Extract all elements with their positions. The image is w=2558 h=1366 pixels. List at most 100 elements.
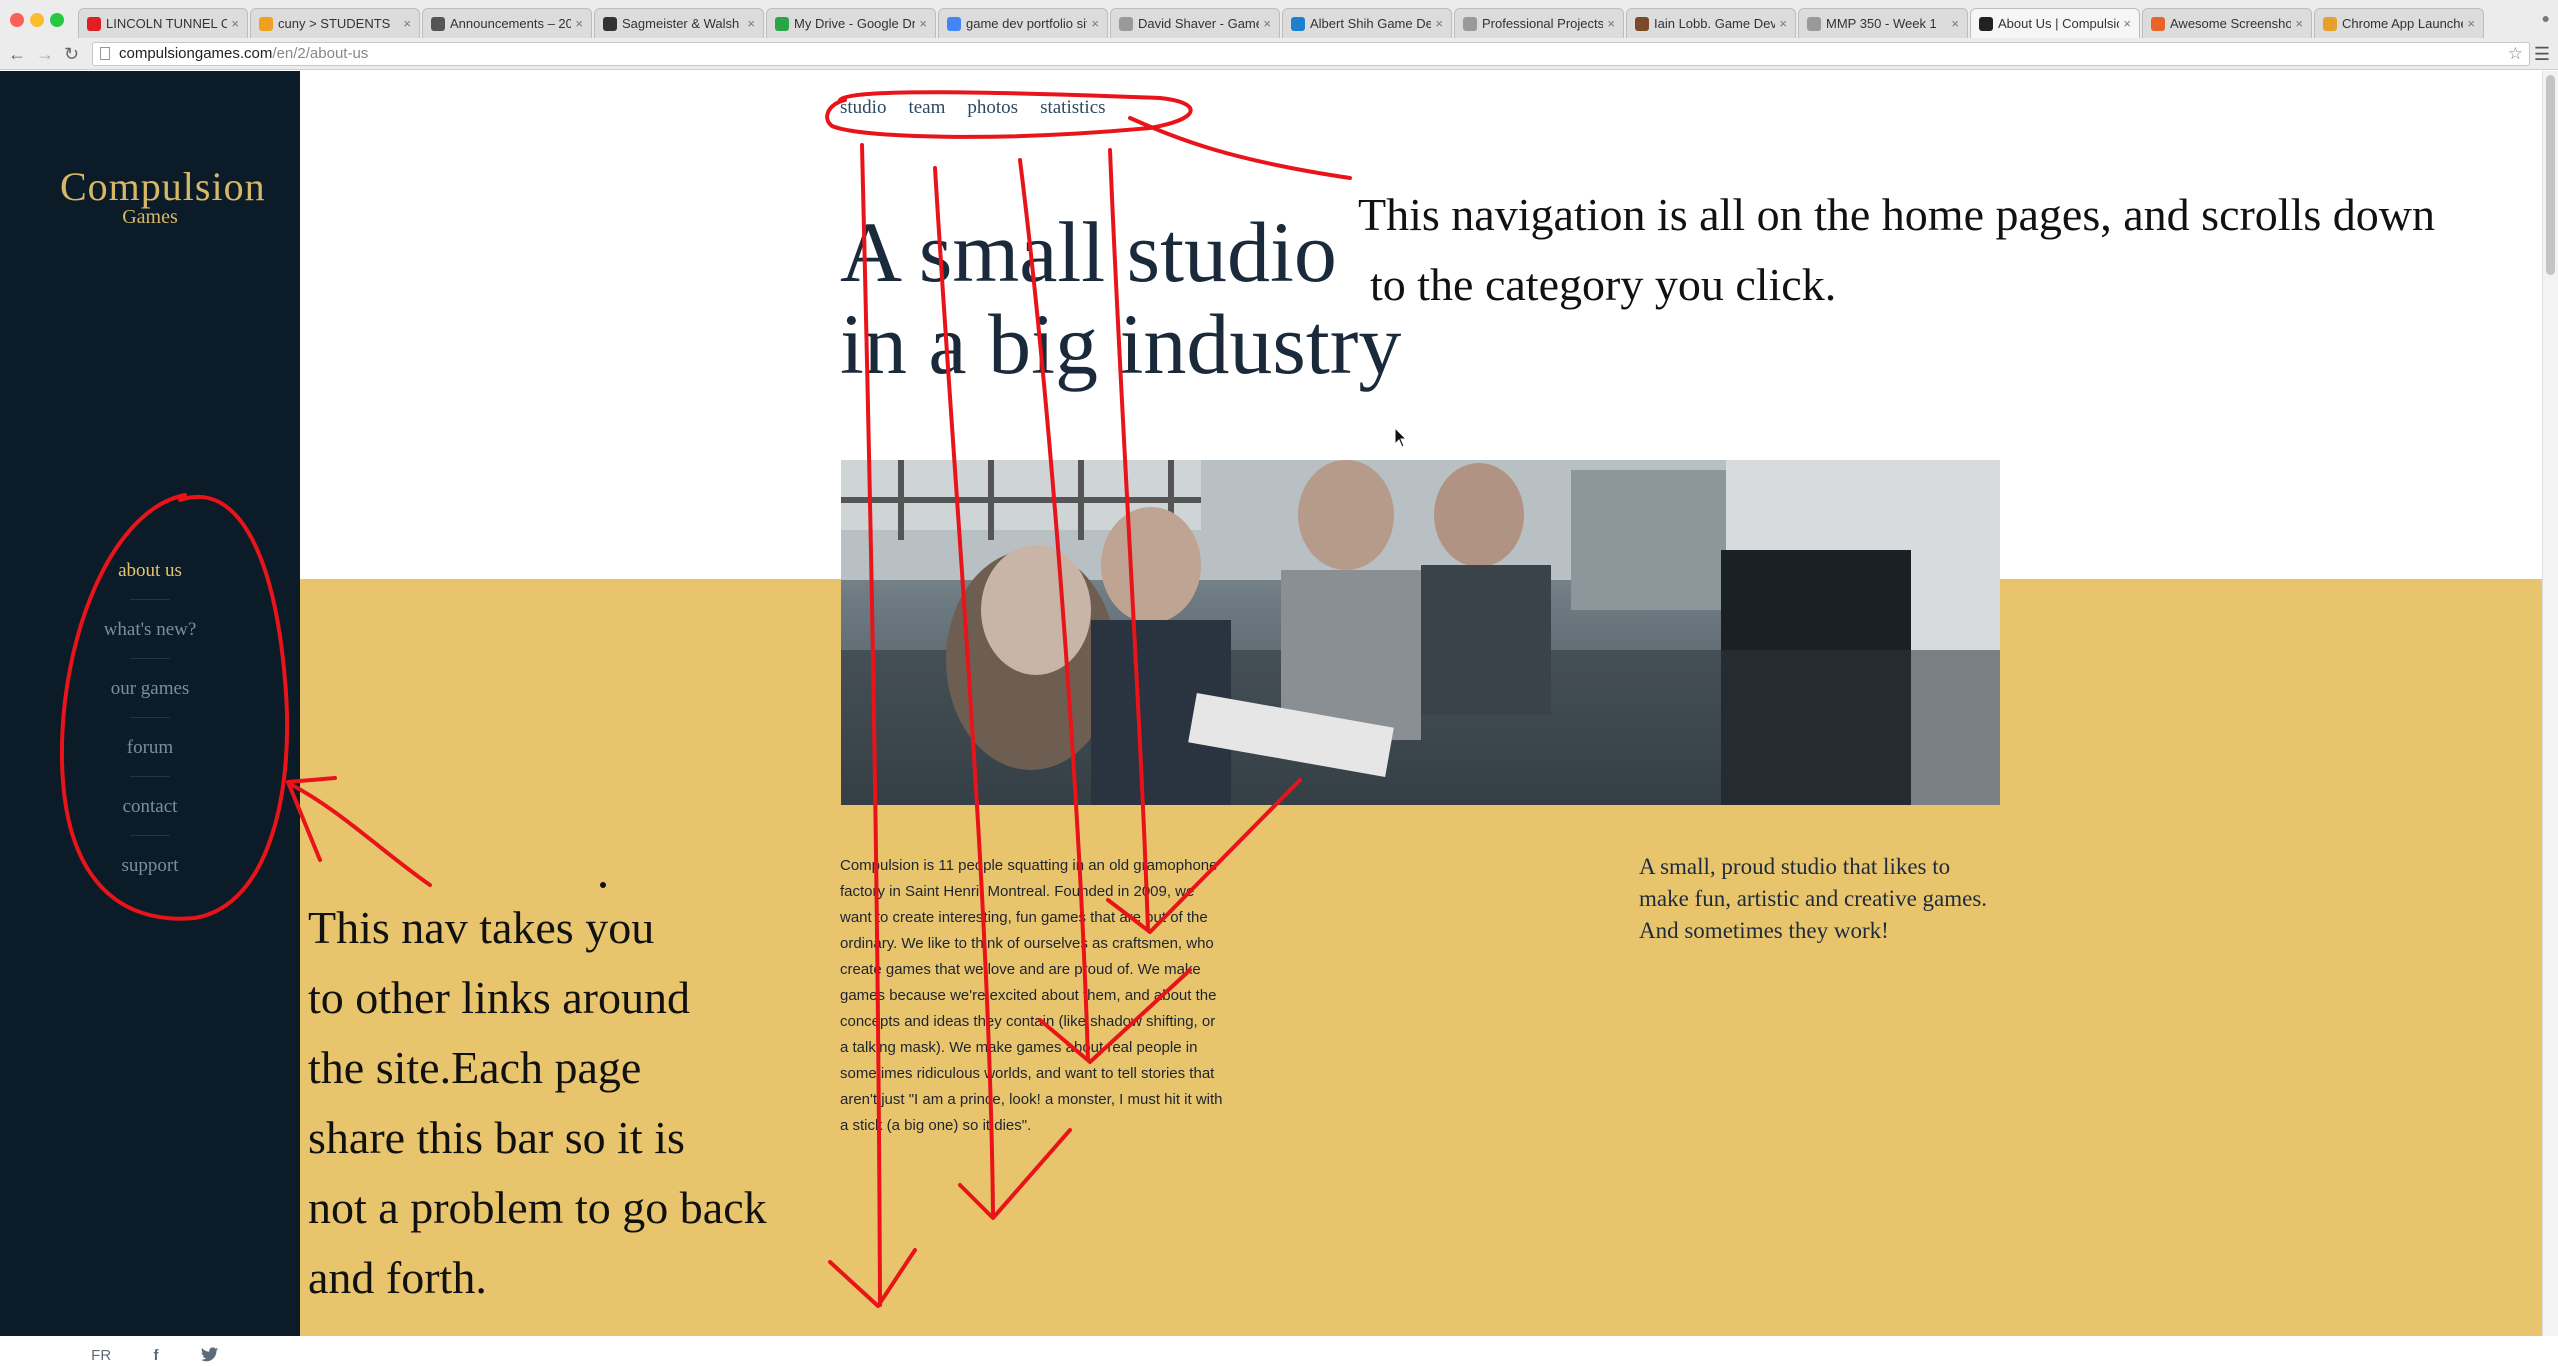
- tab-strip: LINCOLN TUNNEL CO × cuny > STUDENTS × Announ…: [78, 8, 2486, 40]
- annotation-side-line: to other links around: [308, 972, 690, 1023]
- back-arrow-icon[interactable]: ←: [8, 44, 26, 65]
- page-scrollbar[interactable]: [2542, 71, 2558, 1336]
- tab-title: Announcements – 201: [450, 16, 572, 31]
- tab-favicon-icon: [2151, 16, 2165, 31]
- sidebar-item-contact[interactable]: contact: [50, 777, 250, 836]
- tab-favicon-icon: [1635, 16, 1649, 31]
- tab-favicon-icon: [1291, 16, 1305, 31]
- sidebar-item-what-s-new[interactable]: what's new?: [50, 600, 250, 659]
- browser-tab[interactable]: Professional Projects ×: [1454, 8, 1624, 38]
- tab-close-icon[interactable]: ×: [1607, 16, 1615, 31]
- section-nav: studio team photos statistics: [840, 97, 1106, 119]
- tab-title: game dev portfolio site: [966, 16, 1088, 31]
- browser-tab[interactable]: MMP 350 - Week 1 ×: [1798, 8, 1968, 38]
- tab-close-icon[interactable]: ×: [1091, 16, 1099, 31]
- team-photo-illustration: [841, 460, 2000, 805]
- sidebar-item-forum[interactable]: forum: [50, 718, 250, 777]
- studio-team-photo: [841, 460, 2000, 805]
- tab-title: Sagmeister & Walsh: [622, 16, 740, 31]
- browser-tab[interactable]: Awesome Screenshot ×: [2142, 8, 2312, 38]
- tab-title: MMP 350 - Week 1: [1826, 16, 1937, 31]
- compulsion-games-logo[interactable]: Compulsion Games: [60, 163, 266, 229]
- tab-close-icon[interactable]: ×: [403, 16, 411, 31]
- tab-close-icon[interactable]: ×: [231, 16, 239, 31]
- section-nav-statistics[interactable]: statistics: [1040, 97, 1105, 119]
- tab-favicon-icon: [947, 16, 961, 31]
- tab-close-icon[interactable]: ×: [919, 16, 927, 31]
- section-nav-photos[interactable]: photos: [967, 97, 1018, 119]
- twitter-icon[interactable]: [200, 1347, 219, 1366]
- browser-tab[interactable]: About Us | Compulsio ×: [1970, 8, 2140, 38]
- page-icon: [100, 47, 110, 60]
- tab-close-icon[interactable]: ×: [2295, 16, 2303, 31]
- annotation-side-line: This nav takes you: [308, 902, 655, 953]
- tab-favicon-icon: [1463, 16, 1477, 31]
- tab-title: My Drive - Google Dri: [794, 16, 916, 31]
- tab-close-icon[interactable]: ×: [1435, 16, 1443, 31]
- tab-title: About Us | Compulsio: [1998, 16, 2120, 31]
- tab-favicon-icon: [1119, 16, 1133, 31]
- page-title: A small studio in a big industry: [840, 206, 1440, 390]
- studio-description: Compulsion is 11 people squatting in an …: [840, 857, 1223, 1134]
- studio-tagline: A small, proud studio that likes to make…: [1639, 854, 1988, 943]
- browser-tab[interactable]: David Shaver - Game ×: [1110, 8, 1280, 38]
- browser-tab[interactable]: Sagmeister & Walsh ×: [594, 8, 764, 38]
- address-bar[interactable]: compulsiongames.com/en/2/about-us ☆: [92, 42, 2530, 66]
- annotation-top-line-2: to the category you click.: [1370, 259, 1837, 310]
- annotation-side-line: the site.Each page: [308, 1042, 642, 1093]
- sidebar-item-our-games[interactable]: our games: [50, 659, 250, 718]
- social-links: FR f: [70, 1347, 240, 1366]
- tab-close-icon[interactable]: ×: [2123, 16, 2131, 31]
- reload-icon[interactable]: ↻: [64, 44, 79, 65]
- tab-favicon-icon: [1807, 16, 1821, 31]
- close-window-button[interactable]: [10, 13, 24, 27]
- minimize-window-button[interactable]: [30, 13, 44, 27]
- profile-icon[interactable]: ●: [2542, 10, 2550, 26]
- tab-close-icon[interactable]: ×: [2467, 16, 2475, 31]
- tab-close-icon[interactable]: ×: [1951, 16, 1959, 31]
- tab-close-icon[interactable]: ×: [1263, 16, 1271, 31]
- browser-chrome: LINCOLN TUNNEL CO × cuny > STUDENTS × Announ…: [0, 0, 2558, 70]
- annotation-top-note: This navigation is all on the home pages…: [1358, 180, 2435, 320]
- sidebar-item-support[interactable]: support: [50, 836, 250, 895]
- section-nav-studio[interactable]: studio: [840, 97, 886, 119]
- tab-title: Professional Projects: [1482, 16, 1604, 31]
- language-toggle[interactable]: FR: [91, 1347, 111, 1366]
- bookmark-star-icon[interactable]: ☆: [2508, 43, 2523, 65]
- browser-tab[interactable]: LINCOLN TUNNEL CO ×: [78, 8, 248, 38]
- browser-tab[interactable]: My Drive - Google Dri ×: [766, 8, 936, 38]
- logo-line-1: Compulsion: [60, 164, 266, 209]
- sidebar-nav: about us what's new? our games forum contact…: [50, 541, 250, 895]
- tab-title: cuny > STUDENTS: [278, 16, 391, 31]
- annotation-side-line: and forth.: [308, 1252, 487, 1303]
- site-sidebar: Compulsion Games about us what's new? our …: [0, 71, 300, 1364]
- tab-favicon-icon: [2323, 16, 2337, 31]
- tab-title: Chrome App Launcher: [2342, 16, 2464, 31]
- sidebar-item-about-us[interactable]: about us: [50, 541, 250, 600]
- annotation-top-line-1: This navigation is all on the home pages…: [1358, 189, 2435, 240]
- tab-close-icon[interactable]: ×: [1779, 16, 1787, 31]
- browser-tab[interactable]: Albert Shih Game Dev ×: [1282, 8, 1452, 38]
- tab-title: Awesome Screenshot: [2170, 16, 2292, 31]
- tab-close-icon[interactable]: ×: [747, 16, 755, 31]
- annotation-side-line: not a problem to go back: [308, 1182, 767, 1233]
- url-host: compulsiongames.com: [119, 45, 273, 62]
- tab-favicon-icon: [603, 16, 617, 31]
- browser-tab[interactable]: game dev portfolio site ×: [938, 8, 1108, 38]
- browser-tab[interactable]: Iain Lobb. Game Deve ×: [1626, 8, 1796, 38]
- forward-arrow-icon[interactable]: →: [36, 44, 54, 65]
- browser-tab[interactable]: cuny > STUDENTS ×: [250, 8, 420, 38]
- tab-title: Albert Shih Game Dev: [1310, 16, 1432, 31]
- scrollbar-thumb[interactable]: [2546, 75, 2555, 275]
- tab-favicon-icon: [431, 16, 445, 31]
- section-nav-team[interactable]: team: [908, 97, 945, 119]
- zoom-window-button[interactable]: [50, 13, 64, 27]
- annotation-side-line: share this bar so it is: [308, 1112, 685, 1163]
- browser-tab[interactable]: Chrome App Launcher ×: [2314, 8, 2484, 38]
- menu-icon[interactable]: ☰: [2534, 44, 2550, 65]
- tab-favicon-icon: [259, 16, 273, 31]
- tab-title: Iain Lobb. Game Deve: [1654, 16, 1776, 31]
- tab-close-icon[interactable]: ×: [575, 16, 583, 31]
- facebook-icon[interactable]: f: [153, 1347, 158, 1366]
- browser-tab[interactable]: Announcements – 201 ×: [422, 8, 592, 38]
